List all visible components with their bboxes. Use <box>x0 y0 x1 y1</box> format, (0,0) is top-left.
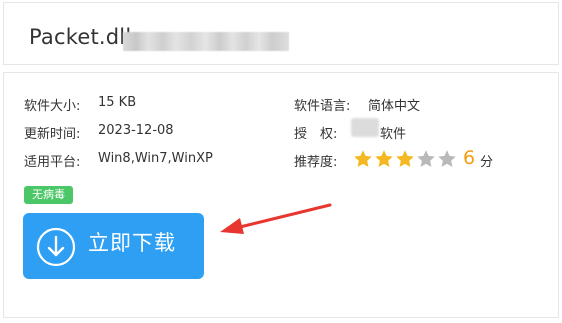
license-label: 授 权: <box>294 127 338 142</box>
page-title: Packet.dll <box>29 25 132 49</box>
language-value: 简体中文 <box>368 99 421 114</box>
download-button-label: 立即下载 <box>88 231 176 255</box>
license-value: 软件 <box>380 127 407 142</box>
redacted-license <box>351 118 379 137</box>
update-label: 更新时间: <box>24 127 81 142</box>
language-label: 软件语言: <box>294 99 351 114</box>
rating-score: 6 <box>463 147 476 169</box>
download-button[interactable]: 立即下载 <box>23 213 204 279</box>
star-filled-icon <box>354 150 372 167</box>
star-filled-icon <box>396 150 414 167</box>
size-value: 15 KB <box>98 95 137 110</box>
title-panel: Packet.dll <box>3 2 559 65</box>
red-pointer-arrow-icon <box>220 203 332 234</box>
platform-label: 适用平台: <box>24 155 81 170</box>
info-panel <box>3 72 559 318</box>
star-empty-icon <box>438 150 456 167</box>
redacted-title-suffix <box>123 32 289 51</box>
star-filled-icon <box>375 150 393 167</box>
rating-label: 推荐度: <box>294 155 338 170</box>
size-label: 软件大小: <box>24 99 81 114</box>
update-value: 2023-12-08 <box>98 123 174 138</box>
virus-free-badge: 无病毒 <box>24 186 73 204</box>
star-empty-icon <box>417 150 435 167</box>
rating-stars <box>353 149 457 169</box>
platform-value: Win8,Win7,WinXP <box>98 151 213 166</box>
download-arrow-icon <box>36 227 76 267</box>
rating-unit: 分 <box>480 155 494 170</box>
